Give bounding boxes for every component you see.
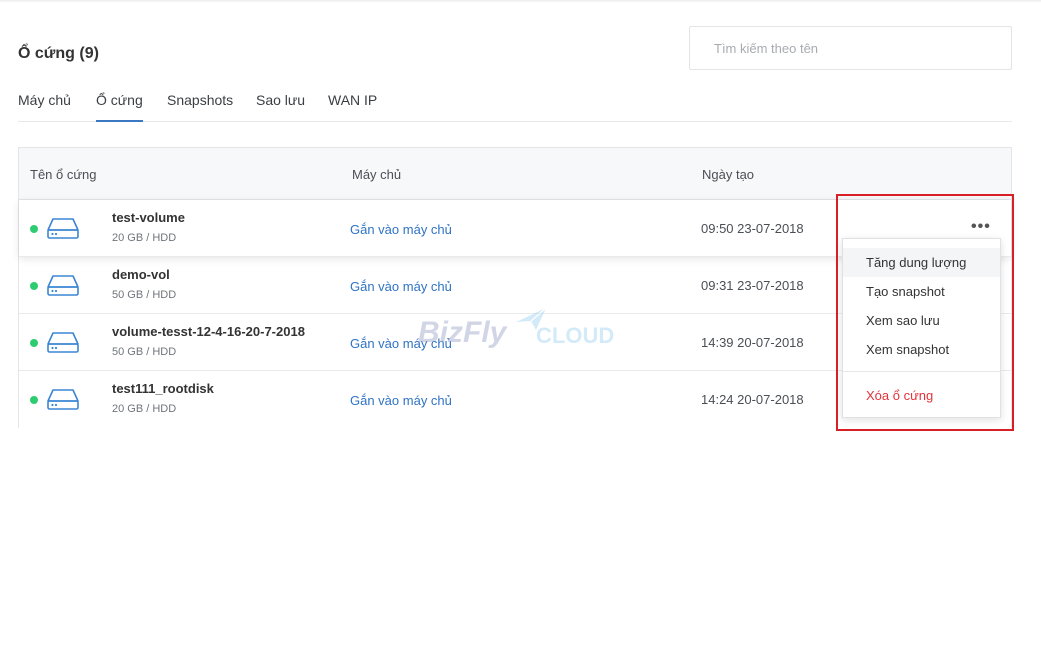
row-actions-menu: Tăng dung lượng Tạo snapshot Xem sao lưu… [842,238,1001,418]
created-date: 09:31 23-07-2018 [701,278,804,293]
status-online-dot [30,339,38,347]
created-date: 09:50 23-07-2018 [701,221,804,236]
menu-item-delete-volume[interactable]: Xóa ổ cứng [843,381,1000,410]
column-header-server: Máy chủ [352,167,402,182]
hard-disk-icon [47,275,79,296]
volume-size-type: 50 GB / HDD [112,346,177,358]
volume-name: test111_rootdisk [112,381,214,396]
menu-item-create-snapshot[interactable]: Tạo snapshot [843,277,1000,306]
tab-snapshots[interactable]: Snapshots [167,92,233,122]
created-date: 14:24 20-07-2018 [701,392,804,407]
volume-size-type: 20 GB / HDD [112,403,177,415]
hard-disk-icon [47,389,79,410]
menu-divider [843,371,1000,372]
volume-size-type: 20 GB / HDD [112,232,177,244]
tab-bar: Máy chủ Ổ cứng Snapshots Sao lưu WAN IP [18,92,1012,122]
status-online-dot [30,396,38,404]
menu-item-view-snapshots[interactable]: Xem snapshot [843,335,1000,364]
hard-disk-icon [47,332,79,353]
tab-backups[interactable]: Sao lưu [256,92,305,122]
attach-to-server-link[interactable]: Gắn vào máy chủ [350,222,452,237]
attach-to-server-link[interactable]: Gắn vào máy chủ [350,336,452,351]
top-shadow-rule [0,0,1041,3]
search-input[interactable] [689,26,1012,70]
column-header-created: Ngày tạo [702,167,755,182]
menu-item-increase-capacity[interactable]: Tăng dung lượng [843,248,1000,277]
volume-name: volume-tesst-12-4-16-20-7-2018 [112,324,305,339]
hard-disk-icon [47,218,79,239]
more-horizontal-icon[interactable]: ••• [971,218,991,236]
page-title: Ổ cứng (9) [18,45,99,62]
status-online-dot [30,282,38,290]
tab-servers[interactable]: Máy chủ [18,92,71,122]
table-header: Tên ổ cứng Máy chủ Ngày tạo [19,148,1011,200]
tab-volumes[interactable]: Ổ cứng [96,92,143,122]
attach-to-server-link[interactable]: Gắn vào máy chủ [350,279,452,294]
created-date: 14:39 20-07-2018 [701,335,804,350]
volume-size-type: 50 GB / HDD [112,289,177,301]
menu-item-view-backups[interactable]: Xem sao lưu [843,306,1000,335]
column-header-volume-name: Tên ổ cứng [30,167,97,182]
status-online-dot [30,225,38,233]
volume-name: test-volume [112,210,185,225]
volume-name: demo-vol [112,267,170,282]
tab-wan-ip[interactable]: WAN IP [328,92,377,122]
attach-to-server-link[interactable]: Gắn vào máy chủ [350,393,452,408]
